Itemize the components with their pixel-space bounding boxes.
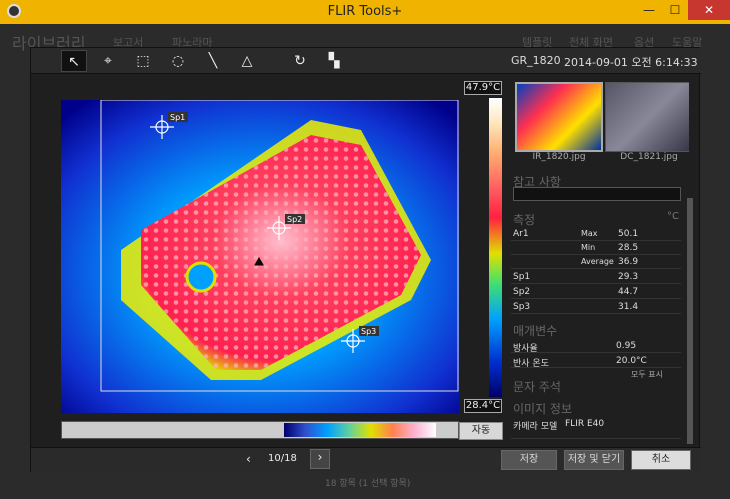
thumbnail-ir-label: IR_1820.jpg: [532, 152, 586, 162]
show-all-link[interactable]: 모두 표시: [631, 369, 663, 380]
notes-field[interactable]: [513, 187, 681, 201]
spot-label-sp2: Sp2: [287, 215, 302, 224]
panel-scrollbar[interactable]: [687, 198, 693, 444]
scale-min-temp[interactable]: 28.4°C: [464, 399, 502, 413]
measure-unit: °C: [667, 211, 679, 222]
window-title: FLIR Tools+: [327, 4, 403, 19]
title-bar: FLIR Tools+ — ☐ ✕: [0, 0, 730, 24]
box-tool-icon[interactable]: ⬚: [130, 50, 156, 72]
close-button[interactable]: ✕: [688, 0, 730, 20]
cancel-button[interactable]: 취소: [631, 450, 691, 470]
scale-max-temp[interactable]: 47.9°C: [464, 81, 502, 95]
measure-row: Ar1 Max 50.1: [511, 227, 681, 241]
image-info-title: 이미지 정보: [513, 402, 573, 416]
camera-row: 카메라 모델 FLIR E40: [511, 417, 681, 439]
measure-row: Min 28.5: [511, 241, 681, 255]
rotate-icon[interactable]: ↻: [287, 50, 313, 72]
thumbnail-ir[interactable]: [515, 82, 603, 152]
maximize-button[interactable]: ☐: [662, 0, 688, 20]
line-tool-icon[interactable]: ╲: [200, 50, 226, 72]
reflected-temp-value[interactable]: 20.0°C: [616, 356, 647, 366]
save-button[interactable]: 저장: [501, 450, 557, 470]
thumbnail-dc-label: DC_1821.jpg: [620, 152, 678, 162]
thermal-image-svg: Sp1 Sp2 Sp3: [61, 100, 459, 413]
next-image-button[interactable]: ›: [310, 449, 330, 469]
delta-tool-icon[interactable]: △: [234, 50, 260, 72]
emissivity-value[interactable]: 0.95: [616, 341, 636, 351]
circle-tool-icon[interactable]: ◌: [165, 50, 191, 72]
params-title: 매개변수: [513, 324, 558, 338]
spot-label-sp1: Sp1: [170, 113, 185, 122]
image-editor-dialog: ↖ ⌖ ⬚ ◌ ╲ △ ↻ ▚ GR_1820 2014-09-01 오전 6:…: [30, 47, 701, 473]
image-counter: 10/18: [268, 453, 297, 464]
range-gradient: [284, 423, 436, 437]
reflected-temp-row: 반사 온도 20.0°C: [511, 354, 681, 369]
color-scale: [489, 98, 502, 397]
thumbnail-dc[interactable]: [605, 82, 689, 152]
thermal-image[interactable]: Sp1 Sp2 Sp3: [61, 100, 459, 413]
info-panel: IR_1820.jpg DC_1821.jpg 참고 사항 측정 °C Ar1 M…: [511, 78, 689, 444]
status-bar-text: 18 항목 (1 선택 항목): [325, 479, 411, 489]
app-window: FLIR Tools+ — ☐ ✕ 라이브러리 보고서 파노라마 템플릿 전체 …: [0, 0, 730, 499]
save-close-button[interactable]: 저장 및 닫기: [564, 450, 624, 470]
measure-row: Average 36.9: [511, 255, 681, 269]
measure-row: Sp2 44.7: [511, 285, 681, 299]
spot-label-sp3: Sp3: [361, 327, 376, 336]
dialog-footer: ‹ 10/18 › 저장 저장 및 닫기 취소: [31, 447, 701, 473]
text-annotation-title: 문자 주석: [513, 380, 561, 394]
measure-row: Sp1 29.3: [511, 270, 681, 284]
prev-image-button[interactable]: ‹: [246, 452, 251, 466]
minimize-button[interactable]: —: [636, 0, 662, 20]
measure-row: Sp3 31.4: [511, 300, 681, 314]
emissivity-row: 방사율 0.95: [511, 339, 681, 354]
palette-icon[interactable]: ▚: [321, 50, 347, 72]
select-tool-icon[interactable]: ↖: [61, 50, 87, 72]
spot-tool-icon[interactable]: ⌖: [95, 50, 121, 72]
file-name: GR_1820: [511, 54, 561, 67]
auto-button[interactable]: 자동: [459, 422, 503, 440]
capture-date: 2014-09-01 오전 6:14:33: [564, 56, 698, 69]
toolbar: ↖ ⌖ ⬚ ◌ ╲ △ ↻ ▚ GR_1820 2014-09-01 오전 6:…: [31, 48, 701, 74]
temperature-range-slider[interactable]: [61, 421, 459, 439]
measure-title: 측정: [513, 213, 536, 227]
